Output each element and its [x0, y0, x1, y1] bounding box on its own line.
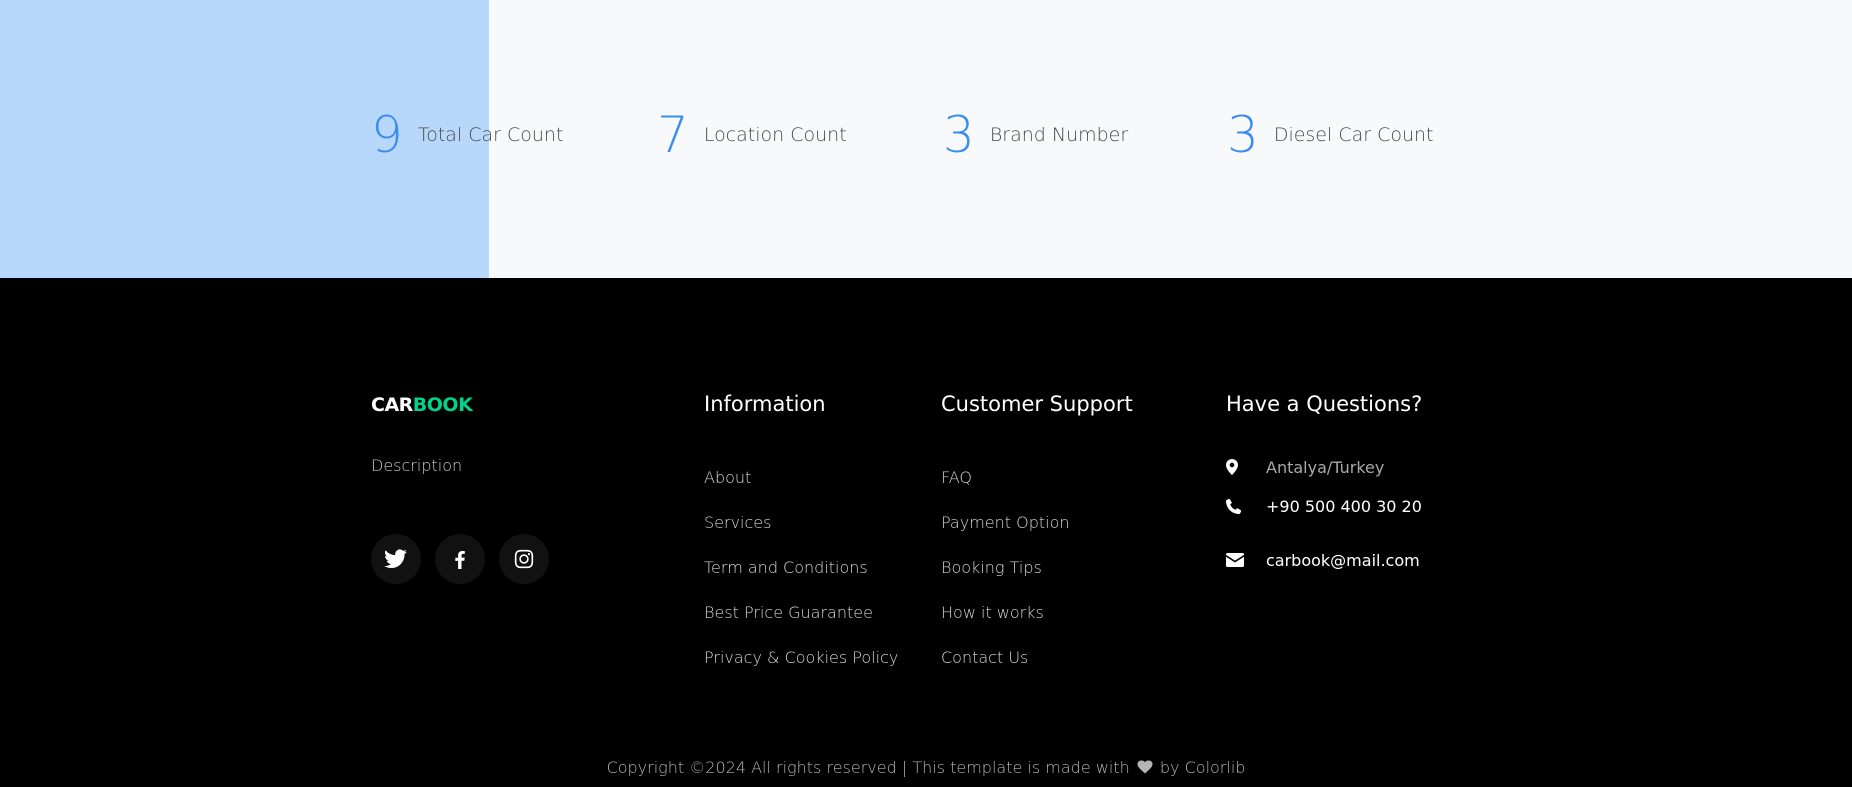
facebook-button[interactable] — [435, 534, 485, 584]
counter-label: Total Car Count — [417, 124, 564, 146]
contact-phone[interactable]: +90 500 400 30 20 — [1226, 496, 1422, 516]
instagram-icon — [514, 549, 534, 569]
contact-address: Antalya/Turkey — [1226, 457, 1422, 477]
social-links — [371, 534, 549, 584]
footer-link-booking-tips[interactable]: Booking Tips — [941, 558, 1133, 603]
footer-link-best-price[interactable]: Best Price Guarantee — [704, 603, 898, 648]
information-links: About Services Term and Conditions Best … — [704, 468, 898, 693]
counter-brands: 3 Brand Number — [943, 103, 1227, 167]
logo-part-car: CAR — [371, 394, 413, 416]
phone-icon — [1226, 498, 1266, 514]
counter-label: Brand Number — [989, 124, 1129, 146]
footer: CARBOOK Description Information About Se… — [0, 278, 1852, 787]
counter-number: 9 — [371, 106, 403, 164]
support-title: Customer Support — [941, 392, 1133, 416]
contact-list: Antalya/Turkey +90 500 400 30 20 carbook… — [1226, 457, 1422, 570]
footer-link-faq[interactable]: FAQ — [941, 468, 1133, 513]
footer-information-column: Information About Services Term and Cond… — [704, 393, 898, 693]
footer-link-terms[interactable]: Term and Conditions — [704, 558, 898, 603]
contact-phone-text: +90 500 400 30 20 — [1266, 496, 1422, 516]
contact-email[interactable]: carbook@mail.com — [1226, 550, 1422, 570]
counter-locations: 7 Location Count — [657, 103, 943, 167]
counter-section: 9 Total Car Count 7 Location Count 3 Bra… — [0, 0, 1852, 278]
map-marker-icon — [1226, 459, 1266, 475]
footer-link-about[interactable]: About — [704, 468, 898, 513]
footer-link-services[interactable]: Services — [704, 513, 898, 558]
counter-number: 3 — [943, 106, 975, 164]
counter-number: 7 — [657, 106, 689, 164]
twitter-icon — [384, 549, 407, 568]
twitter-button[interactable] — [371, 534, 421, 584]
copyright: Copyright ©2024 All rights reserved | Th… — [0, 758, 1852, 779]
footer-description: Description — [371, 456, 463, 475]
counter-number: 3 — [1227, 106, 1259, 164]
counter-diesel-cars: 3 Diesel Car Count — [1227, 103, 1447, 167]
footer-logo[interactable]: CARBOOK — [371, 396, 549, 415]
contact-address-text: Antalya/Turkey — [1266, 457, 1385, 477]
information-title: Information — [704, 392, 826, 416]
footer-link-how-it-works[interactable]: How it works — [941, 603, 1133, 648]
counter-label: Diesel Car Count — [1273, 124, 1434, 146]
contact-email-text: carbook@mail.com — [1266, 550, 1420, 570]
footer-link-payment[interactable]: Payment Option — [941, 513, 1133, 558]
facebook-icon — [455, 551, 465, 569]
heart-icon — [1137, 759, 1153, 779]
instagram-button[interactable] — [499, 534, 549, 584]
footer-link-privacy[interactable]: Privacy & Cookies Policy — [704, 648, 898, 693]
contact-title: Have a Questions? — [1226, 392, 1423, 416]
copyright-prefix: Copyright ©2024 All rights reserved | Th… — [606, 758, 1130, 777]
counter-label: Location Count — [703, 124, 847, 146]
footer-support-column: Customer Support FAQ Payment Option Book… — [941, 393, 1133, 693]
counter-row: 9 Total Car Count 7 Location Count 3 Bra… — [371, 103, 1447, 167]
footer-link-contact[interactable]: Contact Us — [941, 648, 1133, 693]
support-links: FAQ Payment Option Booking Tips How it w… — [941, 468, 1133, 693]
envelope-icon — [1226, 553, 1266, 567]
footer-contact-column: Have a Questions? Antalya/Turkey +90 500… — [1226, 393, 1422, 570]
footer-brand-column: CARBOOK Description — [371, 393, 549, 584]
copyright-author-link[interactable]: by Colorlib — [1160, 758, 1246, 777]
counter-total-cars: 9 Total Car Count — [371, 103, 657, 167]
logo-part-book: BOOK — [412, 394, 473, 416]
